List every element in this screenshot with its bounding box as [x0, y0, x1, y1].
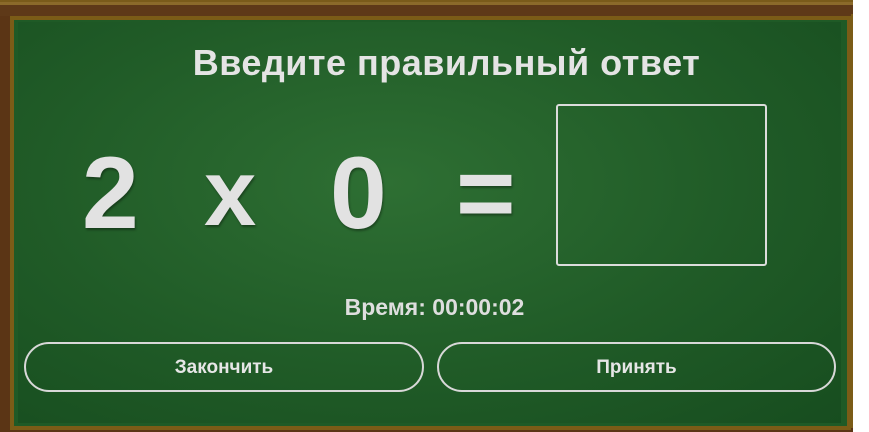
page-title: Введите правильный ответ	[192, 42, 701, 83]
operand-a: 2	[82, 136, 139, 250]
frame-top-line	[0, 2, 853, 5]
operand-b: 0	[330, 136, 387, 250]
equals-sign: =	[456, 136, 516, 250]
answer-input[interactable]	[556, 104, 767, 266]
page-margin-right	[853, 0, 869, 432]
finish-button[interactable]: Закончить	[24, 342, 424, 392]
timer-display: Время: 00:00:02	[344, 294, 525, 320]
chalkboard-frame: Введите правильный ответ 2 x 0 = Время: …	[0, 0, 853, 432]
operator-sign: x	[204, 140, 257, 245]
accept-button[interactable]: Принять	[437, 342, 836, 392]
